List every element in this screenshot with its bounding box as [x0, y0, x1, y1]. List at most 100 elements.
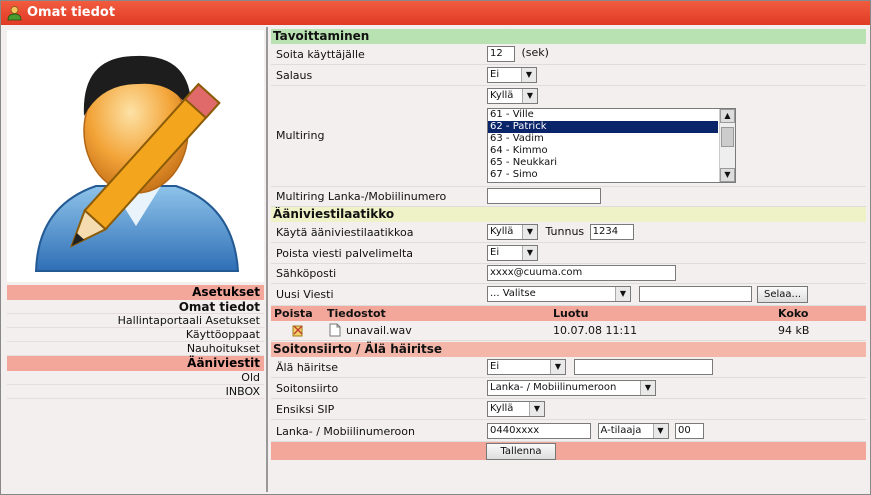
delete-from-server-select[interactable]: Ei ▼: [487, 245, 538, 261]
save-button[interactable]: Tallenna: [486, 443, 556, 460]
sidebar-item-omat-tiedot[interactable]: Omat tiedot: [7, 300, 264, 314]
multiring-number-input[interactable]: [487, 188, 601, 204]
avatar: [7, 30, 264, 282]
section-reach: Tavoittaminen: [271, 29, 866, 44]
email-label: Sähköposti: [276, 267, 337, 280]
multiring-number-label: Multiring Lanka-/Mobiilinumero: [276, 190, 447, 203]
email-input[interactable]: xxxx@cuuma.com: [487, 265, 676, 281]
sidebar-item-inbox[interactable]: INBOX: [7, 385, 264, 399]
col-delete: Poista: [274, 307, 313, 320]
file-created: 10.07.08 11:11: [553, 324, 638, 337]
file-path-input[interactable]: [638, 286, 752, 302]
chevron-down-icon: ▼: [521, 68, 536, 82]
section-forwarding: Soitonsiirto / Älä häiritse: [271, 342, 866, 357]
row-email: Sähköposti xxxx@cuuma.com: [271, 264, 866, 284]
use-voicemail-label: Käytä ääniviestilaatikkoa: [276, 226, 414, 239]
forwarding-select[interactable]: Lanka- / Mobiilinumeroon ▼: [487, 380, 656, 396]
use-voicemail-select[interactable]: Kyllä ▼: [487, 224, 538, 240]
list-item[interactable]: 63 - Vadim: [488, 133, 718, 145]
chevron-down-icon: ▼: [550, 360, 565, 374]
subscriber-number-input[interactable]: 00: [675, 423, 704, 439]
list-item[interactable]: 61 - Ville: [488, 109, 718, 121]
form-footer: Tallenna: [271, 442, 866, 460]
sip-first-label: Ensiksi SIP: [276, 403, 335, 416]
delete-file-icon[interactable]: [291, 323, 305, 344]
chevron-down-icon: ▼: [640, 381, 655, 395]
files-table-header: Poista Tiedostot Luotu Koko: [271, 306, 866, 321]
phone-number-input[interactable]: 0440xxxx: [487, 423, 591, 439]
encryption-label: Salaus: [276, 69, 313, 82]
chevron-down-icon: ▼: [652, 424, 668, 438]
multiring-label: Multiring: [276, 129, 325, 142]
row-multiring-number: Multiring Lanka-/Mobiilinumero: [271, 187, 866, 207]
row-use-voicemail: Käytä ääniviestilaatikkoa Kyllä ▼ Tunnus …: [271, 222, 866, 243]
call-user-unit: (sek): [521, 46, 549, 59]
col-size: Koko: [778, 307, 809, 320]
list-item[interactable]: 65 - Neukkari: [488, 157, 718, 169]
scroll-up-icon[interactable]: ▲: [720, 109, 735, 123]
user-icon: [7, 6, 22, 21]
delete-value: Ei: [490, 247, 500, 258]
sidebar-item-old[interactable]: Old: [7, 371, 264, 385]
sidebar: Asetukset Omat tiedot Hallintaportaali A…: [7, 30, 264, 490]
subscriber-value: A-tilaaja: [600, 425, 642, 436]
row-new-message: Uusi Viesti ... Valitse ▼ Selaa...: [271, 284, 866, 306]
scroll-thumb[interactable]: [721, 127, 734, 147]
window-title: Omat tiedot: [27, 5, 116, 20]
row-dnd: Älä häiritse Ei ▼: [271, 357, 866, 378]
col-created: Luotu: [553, 307, 589, 320]
list-item[interactable]: 62 - Patrick: [488, 121, 718, 133]
new-message-select[interactable]: ... Valitse ▼: [487, 286, 631, 302]
section-voicemail: Ääniviestilaatikko: [271, 207, 866, 222]
chevron-down-icon: ▼: [522, 89, 537, 103]
file-name-link[interactable]: unavail.wav: [346, 321, 412, 341]
new-message-label: Uusi Viesti: [276, 288, 334, 301]
sidebar-item-kayttooppaat[interactable]: Käyttöoppaat: [7, 328, 264, 342]
call-user-label: Soita käyttäjälle: [276, 48, 365, 61]
delete-from-server-label: Poista viesti palvelimelta: [276, 247, 414, 260]
subscriber-select[interactable]: A-tilaaja ▼: [597, 423, 669, 439]
call-user-input[interactable]: 12: [487, 46, 515, 62]
new-message-value: ... Valitse: [490, 288, 536, 299]
browse-button[interactable]: Selaa...: [757, 286, 809, 303]
dnd-value: Ei: [490, 361, 500, 372]
row-phone-number: Lanka- / Mobiilinumeroon 0440xxxx A-tila…: [271, 420, 866, 442]
user-edit-icon: [34, 55, 239, 272]
chevron-down-icon: ▼: [529, 402, 544, 416]
forwarding-value: Lanka- / Mobiilinumeroon: [490, 382, 617, 393]
encryption-value: Ei: [490, 69, 500, 80]
sidebar-item-hallintaportaali[interactable]: Hallintaportaali Asetukset: [7, 314, 264, 328]
pin-input[interactable]: 1234: [589, 224, 634, 240]
col-files: Tiedostot: [327, 307, 386, 320]
multiring-select[interactable]: Kyllä ▼: [487, 88, 538, 104]
multiring-value: Kyllä: [490, 90, 514, 101]
chevron-down-icon: ▼: [615, 287, 630, 301]
divider: [266, 27, 268, 492]
file-icon: [329, 323, 341, 344]
window: Omat tiedot Asetukset Omat tiedot Hallin…: [0, 0, 871, 495]
list-item[interactable]: 67 - Simo: [488, 169, 718, 181]
scroll-down-icon[interactable]: ▼: [720, 168, 735, 182]
scrollbar[interactable]: ▲ ▼: [719, 109, 735, 182]
file-size: 94 kB: [778, 324, 810, 337]
sip-first-select[interactable]: Kyllä ▼: [487, 401, 545, 417]
row-delete-from-server: Poista viesti palvelimelta Ei ▼: [271, 243, 866, 264]
sip-first-value: Kyllä: [490, 403, 514, 414]
multiring-listbox[interactable]: 61 - Ville 62 - Patrick 63 - Vadim 64 - …: [487, 108, 736, 183]
dnd-label: Älä häiritse: [276, 361, 338, 374]
sidebar-item-nauhoitukset[interactable]: Nauhoitukset: [7, 342, 264, 356]
list-item[interactable]: 64 - Kimmo: [488, 145, 718, 157]
chevron-down-icon: ▼: [522, 225, 537, 239]
sidebar-menu: Asetukset Omat tiedot Hallintaportaali A…: [7, 285, 264, 399]
settings-header: Asetukset: [7, 285, 264, 300]
encryption-select[interactable]: Ei ▼: [487, 67, 537, 83]
forwarding-label: Soitonsiirto: [276, 382, 339, 395]
dnd-input[interactable]: [573, 359, 713, 375]
phone-number-label: Lanka- / Mobiilinumeroon: [276, 425, 415, 438]
main-form: Tavoittaminen Soita käyttäjälle 12 (sek)…: [271, 29, 866, 460]
row-encryption: Salaus Ei ▼: [271, 65, 866, 86]
dnd-select[interactable]: Ei ▼: [487, 359, 566, 375]
row-multiring: Multiring Kyllä ▼ 61 - Ville 62 - Patrick…: [271, 86, 866, 187]
pin-label: Tunnus: [545, 225, 585, 238]
chevron-down-icon: ▼: [522, 246, 537, 260]
